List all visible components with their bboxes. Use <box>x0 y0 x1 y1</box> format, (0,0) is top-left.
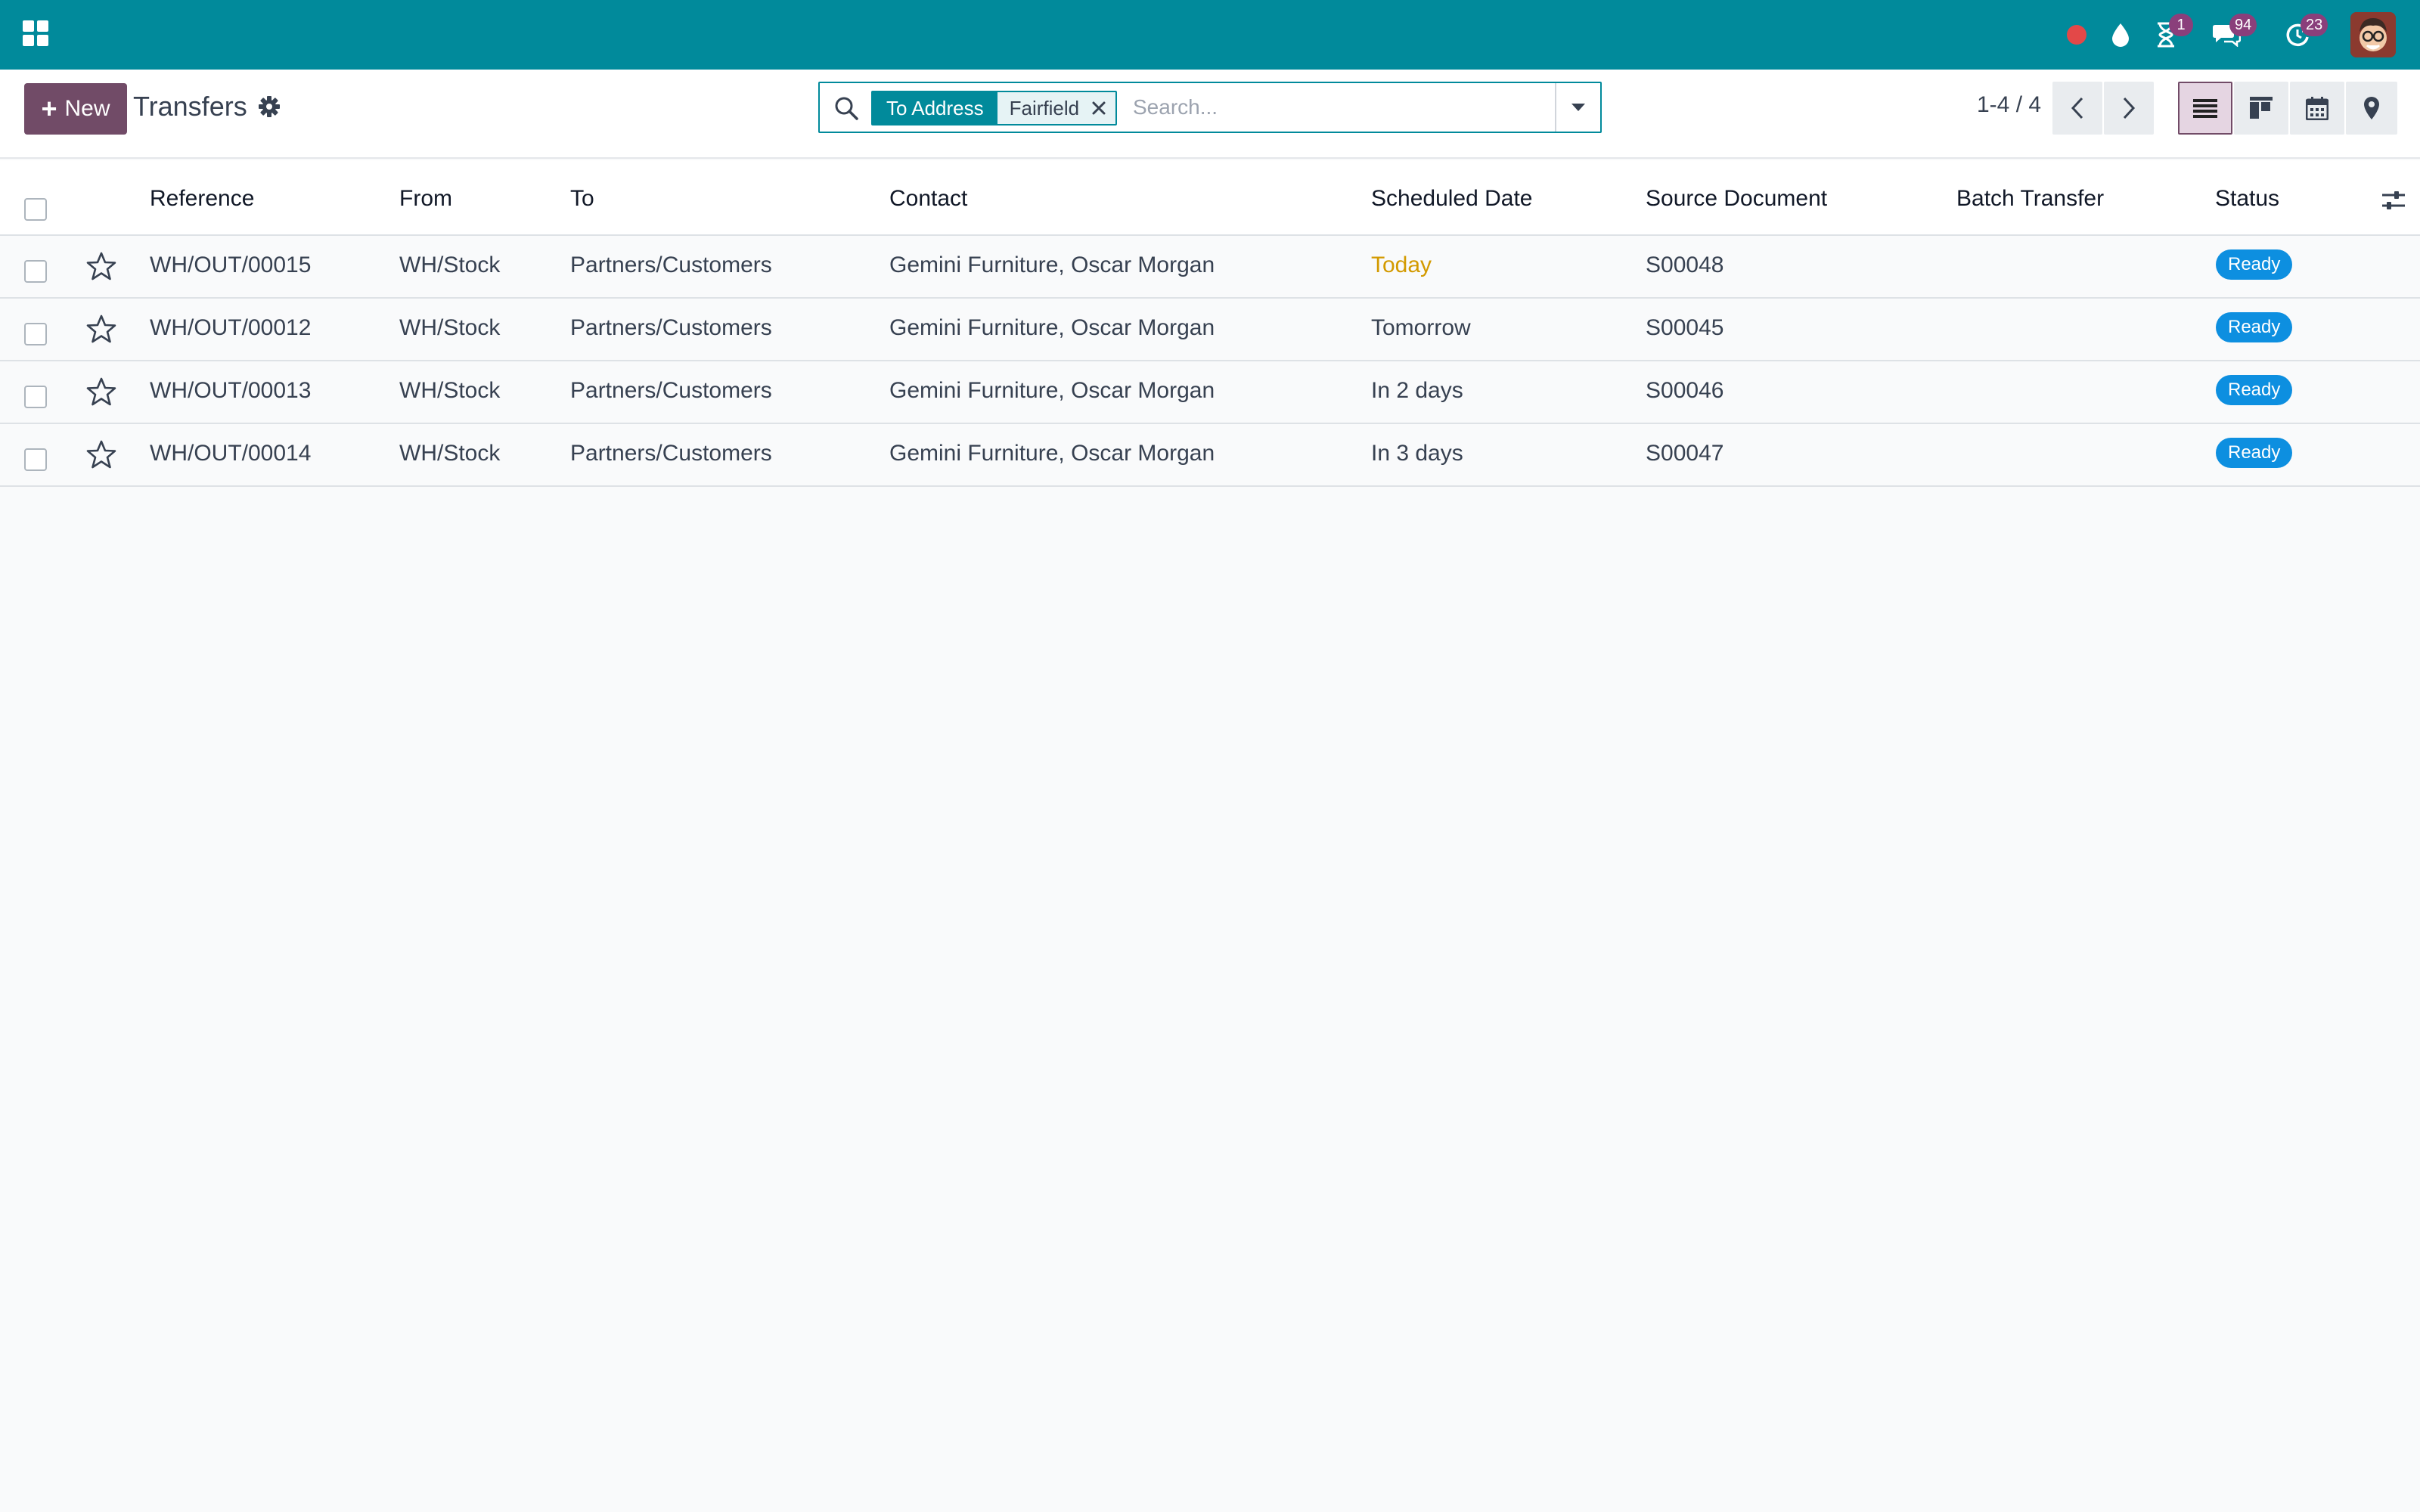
search-icon[interactable] <box>833 95 859 121</box>
kanban-view-button[interactable] <box>2234 82 2288 135</box>
pager-previous-button[interactable] <box>2052 82 2102 135</box>
calendar-view-button[interactable] <box>2290 82 2344 135</box>
cell-reference: WH/OUT/00014 <box>150 441 312 466</box>
pager-value[interactable]: 1-4 / 4 <box>1977 92 2041 118</box>
cell-contact: Gemini Furniture, Oscar Morgan <box>889 315 1215 340</box>
row-checkbox[interactable] <box>24 323 47 345</box>
calendar-view-icon <box>2306 97 2328 120</box>
star-icon[interactable] <box>86 439 116 469</box>
map-pin-icon <box>2364 97 2379 119</box>
top-navbar: 1 94 23 <box>0 0 2420 70</box>
row-checkbox[interactable] <box>24 386 47 408</box>
star-icon[interactable] <box>86 251 116 281</box>
facet-value: Fairfield <box>1009 97 1080 119</box>
cell-to: Partners/Customers <box>570 253 772 277</box>
chat-icon[interactable]: 94 <box>2210 14 2257 51</box>
cell-contact: Gemini Furniture, Oscar Morgan <box>889 253 1215 277</box>
table-row[interactable]: WH/OUT/00014 WH/Stock Partners/Customers… <box>0 424 2420 487</box>
select-all-checkbox[interactable] <box>24 198 47 221</box>
facet-label: To Address <box>873 92 997 124</box>
gear-icon[interactable] <box>257 94 281 119</box>
list-view-button[interactable] <box>2178 82 2232 135</box>
column-header-scheduled-date[interactable]: Scheduled Date <box>1371 186 1533 212</box>
column-settings-icon[interactable] <box>2381 187 2406 213</box>
star-icon[interactable] <box>86 314 116 344</box>
status-badge: Ready <box>2216 312 2293 342</box>
cell-source-document: S00046 <box>1646 378 1724 403</box>
search-input[interactable] <box>1133 91 1556 124</box>
cell-scheduled-date: In 2 days <box>1371 378 1463 403</box>
cell-scheduled-date: In 3 days <box>1371 441 1463 466</box>
cell-reference: WH/OUT/00015 <box>150 253 312 277</box>
messages-count-badge: 94 <box>2229 14 2257 36</box>
chevron-right-icon <box>2123 97 2136 119</box>
row-checkbox[interactable] <box>24 448 47 471</box>
cell-contact: Gemini Furniture, Oscar Morgan <box>889 378 1215 403</box>
updates-count-badge: 23 <box>2301 14 2328 36</box>
pager-next-button[interactable] <box>2104 82 2154 135</box>
droplet-icon[interactable] <box>2104 18 2137 51</box>
column-header-to[interactable]: To <box>570 186 594 212</box>
cell-source-document: S00047 <box>1646 441 1724 466</box>
column-header-batch-transfer[interactable]: Batch Transfer <box>1956 186 2104 212</box>
cell-from: WH/Stock <box>399 253 501 277</box>
column-header-source-document[interactable]: Source Document <box>1646 186 1827 212</box>
kanban-view-icon <box>2250 97 2273 119</box>
column-header-from[interactable]: From <box>399 186 452 212</box>
caret-down-icon <box>1571 104 1585 111</box>
row-checkbox[interactable] <box>24 260 47 283</box>
status-badge: Ready <box>2216 438 2293 468</box>
cell-to: Partners/Customers <box>570 378 772 403</box>
table-header: Reference From To Contact Scheduled Date… <box>0 160 2420 236</box>
page-title: Transfers <box>133 91 247 122</box>
cell-scheduled-date: Today <box>1371 253 1432 277</box>
cell-reference: WH/OUT/00013 <box>150 378 312 403</box>
cell-reference: WH/OUT/00012 <box>150 315 312 340</box>
transfers-table: Reference From To Contact Scheduled Date… <box>0 160 2420 487</box>
cell-from: WH/Stock <box>399 378 501 403</box>
apps-grid-icon[interactable] <box>23 20 48 46</box>
chevron-left-icon <box>2071 97 2083 119</box>
close-icon[interactable] <box>1090 99 1108 117</box>
new-button[interactable]: + New <box>24 83 127 135</box>
cell-from: WH/Stock <box>399 441 501 466</box>
user-avatar[interactable] <box>2350 12 2396 57</box>
status-badge: Ready <box>2216 249 2293 280</box>
map-view-button[interactable] <box>2346 82 2397 135</box>
cell-to: Partners/Customers <box>570 441 772 466</box>
table-row[interactable]: WH/OUT/00015 WH/Stock Partners/Customers… <box>0 236 2420 299</box>
column-header-reference[interactable]: Reference <box>150 186 254 212</box>
cell-source-document: S00048 <box>1646 253 1724 277</box>
search-options-toggle[interactable] <box>1555 83 1600 132</box>
new-button-label: New <box>64 96 110 121</box>
table-row[interactable]: WH/OUT/00012 WH/Stock Partners/Customers… <box>0 299 2420 361</box>
control-panel: + New Transfers To Address Fairfield Sea… <box>0 70 2420 159</box>
cell-scheduled-date: Tomorrow <box>1371 315 1471 340</box>
cell-contact: Gemini Furniture, Oscar Morgan <box>889 441 1215 466</box>
search-bar: To Address Fairfield <box>818 82 1602 133</box>
hourglass-icon[interactable]: 1 <box>2149 14 2193 51</box>
cell-from: WH/Stock <box>399 315 501 340</box>
cell-source-document: S00045 <box>1646 315 1724 340</box>
activity-count-badge: 1 <box>2169 14 2193 36</box>
table-row[interactable]: WH/OUT/00013 WH/Stock Partners/Customers… <box>0 361 2420 424</box>
record-dot-icon[interactable] <box>2060 18 2093 51</box>
cell-to: Partners/Customers <box>570 315 772 340</box>
column-header-contact[interactable]: Contact <box>889 186 967 212</box>
star-icon[interactable] <box>86 376 116 407</box>
list-view-icon <box>2193 99 2217 118</box>
column-header-status[interactable]: Status <box>2215 186 2279 212</box>
status-badge: Ready <box>2216 375 2293 405</box>
refresh-clock-icon[interactable]: 23 <box>2281 14 2328 51</box>
search-facet: To Address Fairfield <box>871 91 1118 125</box>
